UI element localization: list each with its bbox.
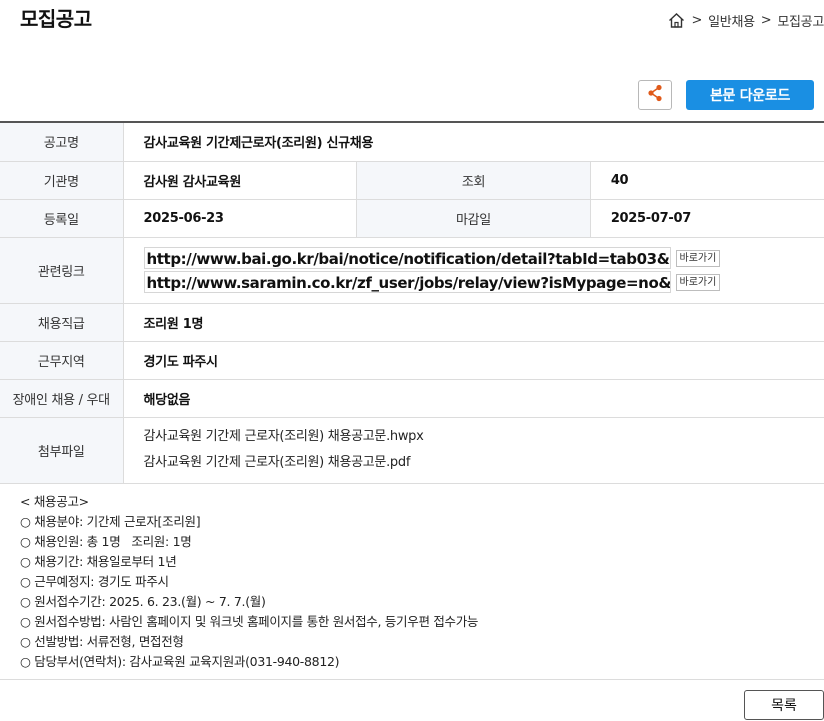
breadcrumb-separator: > [691,13,703,28]
notice-line: ○ 선발방법: 서류전형, 면접전형 [20,634,184,649]
views-label: 조회 [356,161,591,200]
link-url-bai[interactable]: http://www.bai.go.kr/bai/notice/notifica… [143,247,671,269]
breadcrumb-item-general-recruit[interactable]: 일반채용 [708,11,755,30]
link-row: http://www.bai.go.kr/bai/notice/notifica… [143,246,805,270]
notice-heading: < 채용공고> [20,494,89,509]
notice-name-value: 감사교육원 기간제근로자(조리원) 신규채용 [123,121,824,162]
disability-value: 해당없음 [123,379,824,418]
table-row: 기관명 감사원 감사교육원 조회 40 [0,161,824,200]
table-row: 장애인 채용 / 우대 해당없음 [0,379,824,418]
share-icon [647,84,663,106]
notice-line: ○ 채용인원: 총 1명 조리원: 1명 [20,534,192,549]
notice-line: ○ 채용기간: 채용일로부터 1년 [20,554,177,569]
registered-date-value: 2025-06-23 [123,199,357,238]
attachments-label: 첨부파일 [0,417,124,484]
notice-line: ○ 근무예정지: 경기도 파주시 [20,574,169,589]
divider [0,679,824,680]
table-row: 첨부파일 감사교육원 기간제 근로자(조리원) 채용공고문.hwpx 감사교육원… [0,417,824,484]
table-row: 등록일 2025-06-23 마감일 2025-07-07 [0,199,824,238]
notice-line: ○ 원서접수기간: 2025. 6. 23.(월) ~ 7. 7.(월) [20,594,266,609]
share-button[interactable] [638,80,672,110]
home-icon[interactable] [668,12,686,30]
attachments-cell: 감사교육원 기간제 근로자(조리원) 채용공고문.hwpx 감사교육원 기간제 … [123,417,824,484]
views-value: 40 [590,161,824,200]
link-url-saramin[interactable]: http://www.saramin.co.kr/zf_user/jobs/re… [143,271,671,293]
notice-line: ○ 채용분야: 기간제 근로자[조리원] [20,514,201,529]
location-label: 근무지역 [0,341,124,380]
related-links-label: 관련링크 [0,237,124,304]
disability-label: 장애인 채용 / 우대 [0,379,124,418]
position-label: 채용직급 [0,303,124,342]
go-link-button[interactable]: 바로가기 [675,273,721,291]
link-row: http://www.saramin.co.kr/zf_user/jobs/re… [143,270,805,294]
position-value: 조리원 1명 [123,303,824,342]
breadcrumb-item-recruit-notice[interactable]: 모집공고 [777,11,824,30]
notice-info-table: 공고명 감사교육원 기간제근로자(조리원) 신규채용 기관명 감사원 감사교육원… [0,121,824,484]
go-link-button[interactable]: 바로가기 [675,249,721,267]
page-title: 모집공고 [20,7,92,31]
attachment-file-hwpx[interactable]: 감사교육원 기간제 근로자(조리원) 채용공고문.hwpx [144,424,805,450]
breadcrumb-separator: > [760,13,772,28]
breadcrumb: > 일반채용 > 모집공고 [668,11,824,30]
location-value: 경기도 파주시 [123,341,824,380]
attachment-file-pdf[interactable]: 감사교육원 기간제 근로자(조리원) 채용공고문.pdf [144,450,805,476]
table-row: 관련링크 http://www.bai.go.kr/bai/notice/not… [0,237,824,304]
notice-line: ○ 담당부서(연락처): 감사교육원 교육지원과(031-940-8812) [20,654,340,669]
notice-body: < 채용공고> ○ 채용분야: 기간제 근로자[조리원] ○ 채용인원: 총 1… [20,492,478,672]
table-row: 공고명 감사교육원 기간제근로자(조리원) 신규채용 [0,121,824,162]
notice-line: ○ 원서접수방법: 사람인 홈페이지 및 워크넷 홈페이지를 통한 원서접수, … [20,614,479,629]
deadline-label: 마감일 [356,199,591,238]
notice-name-label: 공고명 [0,121,124,162]
table-row: 근무지역 경기도 파주시 [0,341,824,380]
related-links-cell: http://www.bai.go.kr/bai/notice/notifica… [123,237,824,304]
download-body-button[interactable]: 본문 다운로드 [686,80,814,110]
registered-date-label: 등록일 [0,199,124,238]
table-row: 채용직급 조리원 1명 [0,303,824,342]
deadline-value: 2025-07-07 [590,199,824,238]
org-value: 감사원 감사교육원 [123,161,357,200]
org-label: 기관명 [0,161,124,200]
list-button[interactable]: 목록 [744,690,824,720]
